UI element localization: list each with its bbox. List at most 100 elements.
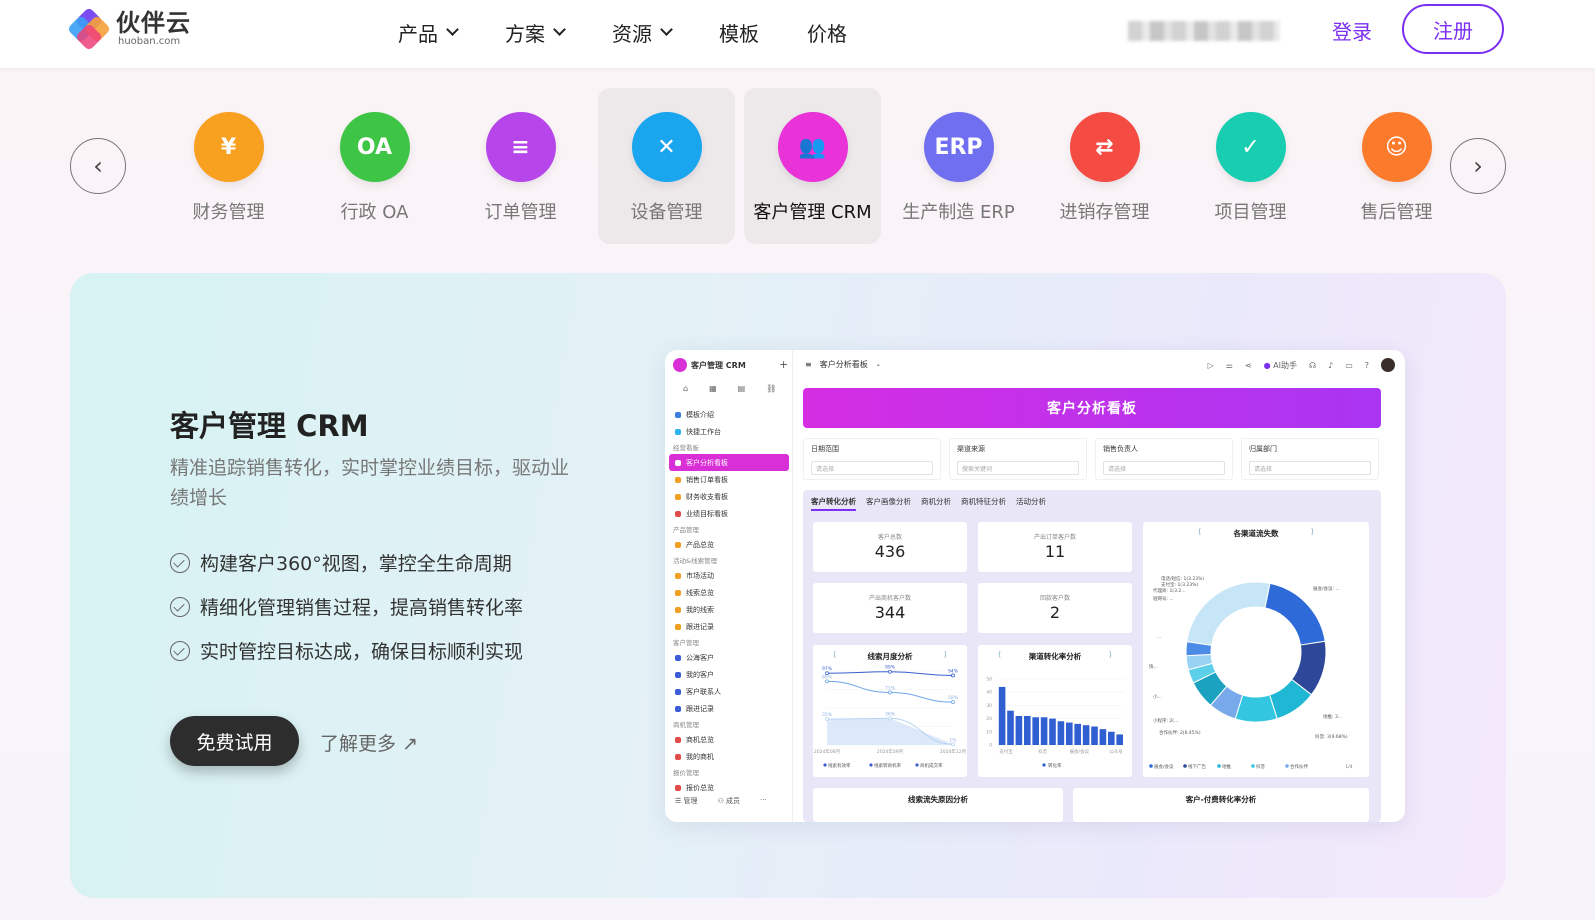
sidebar-item[interactable]: 公海客户 xyxy=(669,649,789,666)
grid-icon[interactable]: ▦ xyxy=(709,384,717,393)
share-icon[interactable]: ⋖ xyxy=(1245,361,1252,370)
sidebar-item[interactable]: 我的线索 xyxy=(669,601,789,618)
prev-arrow-icon[interactable]: ⟨ xyxy=(998,650,1001,659)
play-icon[interactable]: ▷ xyxy=(1208,361,1214,370)
tab-2[interactable]: 商机分析 xyxy=(921,496,951,511)
sidebar-menu: 模板介绍 快捷工作台 经营看板 客户分析看板 销售订单看板 财务收支看板 业绩目标看板 产品管… xyxy=(669,406,789,796)
slice-label: 合作伙伴: 2(6.45%) xyxy=(1159,729,1201,736)
filter-input[interactable]: 请选择 xyxy=(1249,461,1371,475)
sidebar-item[interactable]: 业绩目标看板 xyxy=(669,505,789,522)
sidebar-footer: ☰ 管理 ⚇ 成员 ··· xyxy=(675,796,767,806)
inbox-icon[interactable]: ▭ xyxy=(1345,361,1353,370)
prev-arrow-icon[interactable]: ⟨ xyxy=(1198,527,1201,536)
tab-3[interactable]: 商机特征分析 xyxy=(961,496,1006,511)
ai-assistant-button[interactable]: ● AI助手 xyxy=(1264,360,1297,371)
sidebar-item[interactable]: 财务收支看板 xyxy=(669,488,789,505)
menu-icon[interactable]: ≡ xyxy=(805,360,812,369)
carousel-prev-button[interactable]: ‹ xyxy=(70,138,126,194)
sidebar-group-label: 商机管理 xyxy=(673,721,699,729)
sidebar-item[interactable]: 快捷工作台 xyxy=(669,423,789,440)
nav-item-3[interactable]: 模板 xyxy=(719,16,759,48)
nav-item-4[interactable]: 价格 xyxy=(807,16,847,48)
sidebar-item[interactable]: 商机总览 xyxy=(669,731,789,748)
category-tools[interactable]: ✕ 设备管理 xyxy=(598,88,735,244)
next-arrow-icon[interactable]: ⟩ xyxy=(1311,527,1314,536)
avatar[interactable] xyxy=(1381,358,1395,372)
legend-label: 抖音 xyxy=(1256,763,1265,770)
sidebar-item[interactable]: 市场活动 xyxy=(669,567,789,584)
nav-item-0[interactable]: 产品 xyxy=(398,16,459,48)
brand-logo[interactable]: 伙伴云 huoban.com xyxy=(66,6,191,52)
site-header: 伙伴云 huoban.com 产品 方案 资源 模板 价格 登录 注册 xyxy=(0,0,1595,68)
slice-label: ... xyxy=(1157,635,1161,640)
category-money-bag[interactable]: ¥ 财务管理 xyxy=(160,88,297,244)
kpi-card: 产出商机客户数 344 xyxy=(813,583,967,633)
check-circle-icon xyxy=(170,552,190,573)
x-tick-label: 公众号 xyxy=(1109,749,1123,755)
category-erp[interactable]: ERP 生产制造 ERP xyxy=(890,88,1027,244)
login-link[interactable]: 登录 xyxy=(1332,16,1372,45)
filter-input[interactable]: 请选择 xyxy=(1103,461,1225,475)
learn-more-link[interactable]: 了解更多 ↗ xyxy=(320,729,418,756)
category-warehouse[interactable]: ⇄ 进销存管理 xyxy=(1036,88,1173,244)
sidebar-toolbar: ⌂ ▦ ▤ ⛓ xyxy=(683,384,776,393)
add-icon[interactable]: + xyxy=(779,358,788,371)
breadcrumb[interactable]: 客户分析看板 xyxy=(820,359,868,370)
x-tick-label: 2024年12月 xyxy=(940,748,966,755)
kpi-card: 客户总数 436 xyxy=(813,522,967,572)
x-tick-label: 2024年08月 xyxy=(814,748,840,755)
menu-item-icon xyxy=(675,411,681,418)
sidebar-item[interactable]: 模板介绍 xyxy=(669,406,789,423)
line-chart: 97% 99% 94% 86% 71% 58% 35% 36% 1% 2024年08月 2024年0… xyxy=(814,665,966,769)
sidebar-item[interactable]: 跟进记录 xyxy=(669,618,789,635)
link-icon[interactable]: ⛓ xyxy=(766,384,776,393)
category-headset[interactable]: ☺ 售后管理 xyxy=(1328,88,1465,244)
pie-chart-card: ⟨ ⟩ 各渠道流失数 电话/短信: 1(3.23%) 支付宝: 1(3.23%) 代… xyxy=(1143,522,1369,777)
category-document[interactable]: ≡ 订单管理 xyxy=(452,88,589,244)
sidebar-item[interactable]: 我的客户 xyxy=(669,666,789,683)
filter-field: 渠道来源 搜索关键词 xyxy=(949,438,1087,480)
brand-name: 伙伴云 xyxy=(116,9,191,37)
bar xyxy=(1074,723,1081,745)
tab-4[interactable]: 活动分析 xyxy=(1016,496,1046,511)
app-title: 客户管理 CRM xyxy=(691,360,746,370)
nav-item-2[interactable]: 资源 xyxy=(612,16,673,48)
oa-icon: OA xyxy=(339,112,410,182)
next-arrow-icon[interactable]: ⟩ xyxy=(944,650,947,659)
category-clipboard-check[interactable]: ✓ 项目管理 xyxy=(1182,88,1319,244)
sidebar-item[interactable]: 产品总览 xyxy=(669,536,789,553)
sidebar-item[interactable]: 我的商机 xyxy=(669,748,789,765)
bar xyxy=(1049,718,1056,745)
sidebar-item[interactable]: 客户分析看板 xyxy=(669,454,789,471)
sidebar-footer-item[interactable]: ☰ 管理 xyxy=(675,796,698,806)
next-arrow-icon[interactable]: ⟩ xyxy=(1109,650,1112,659)
tab-1[interactable]: 客户画像分析 xyxy=(866,496,911,511)
bell-icon[interactable]: ♪ xyxy=(1328,361,1333,370)
filter-input[interactable]: 请选择 xyxy=(811,461,933,475)
filter-icon[interactable]: ⚌ xyxy=(1226,361,1233,370)
sidebar-item[interactable]: 线索总览 xyxy=(669,584,789,601)
home-icon[interactable]: ⌂ xyxy=(683,384,688,393)
sidebar-item[interactable]: 跟进记录 xyxy=(669,700,789,717)
document-icon: ≡ xyxy=(485,112,556,182)
nav-item-1[interactable]: 方案 xyxy=(505,16,566,48)
sidebar-footer-item[interactable]: ··· xyxy=(760,796,767,806)
prev-arrow-icon[interactable]: ⟨ xyxy=(833,650,836,659)
sidebar-group-label: 活动&线索管理 xyxy=(673,557,718,565)
free-trial-button[interactable]: 免费试用 xyxy=(170,716,299,766)
register-button[interactable]: 注册 xyxy=(1402,4,1504,54)
category-users[interactable]: 👥 客户管理 CRM xyxy=(744,88,881,244)
category-oa[interactable]: OA 行政 OA xyxy=(306,88,443,244)
category-label: 行政 OA xyxy=(340,202,409,223)
filter-input[interactable]: 搜索关键词 xyxy=(957,461,1079,475)
doc-icon[interactable]: ▤ xyxy=(738,384,746,393)
sidebar-item[interactable]: 报价总览 xyxy=(669,779,789,796)
data-label: 35% xyxy=(822,712,833,718)
sidebar-footer-item[interactable]: ⚇ 成员 xyxy=(718,796,741,806)
headset-icon[interactable]: ☊ xyxy=(1309,361,1316,370)
tab-0[interactable]: 客户转化分析 xyxy=(811,496,856,511)
sidebar-item[interactable]: 客户联系人 xyxy=(669,683,789,700)
legend-label: 商机成交率 xyxy=(920,762,943,769)
help-icon[interactable]: ? xyxy=(1365,361,1369,370)
sidebar-item[interactable]: 销售订单看板 xyxy=(669,471,789,488)
